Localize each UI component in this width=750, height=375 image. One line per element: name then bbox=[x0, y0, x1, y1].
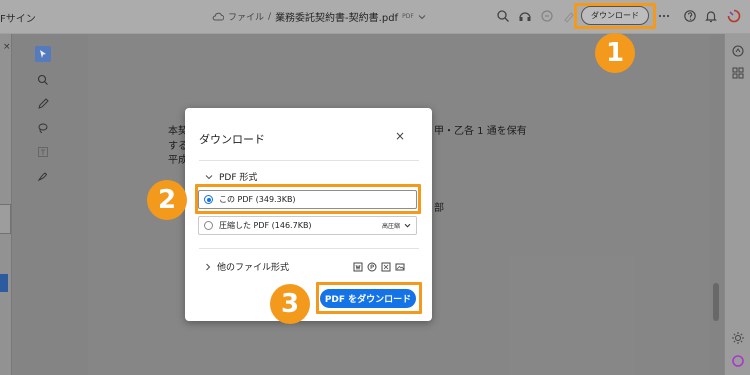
select-tool[interactable] bbox=[35, 46, 51, 62]
excel-file-icon bbox=[381, 262, 391, 272]
tool-rail bbox=[31, 40, 55, 190]
chevron-down-icon bbox=[404, 223, 411, 228]
option-compressed-pdf[interactable]: 圧縮した PDF (146.7KB) 高圧縮 bbox=[198, 216, 417, 235]
brightness-icon[interactable] bbox=[731, 331, 745, 345]
callout-highlight-this-pdf bbox=[195, 184, 421, 214]
callout-badge-2: 2 bbox=[147, 180, 187, 220]
chevron-right-icon bbox=[206, 263, 211, 270]
cloud-icon bbox=[212, 12, 224, 21]
zoom-icon bbox=[37, 74, 48, 85]
adobe-app-icon[interactable] bbox=[727, 9, 741, 23]
image-file-icon bbox=[395, 263, 405, 271]
zoom-tool[interactable] bbox=[35, 72, 51, 88]
powerpoint-file-icon bbox=[367, 262, 377, 272]
panel-field[interactable] bbox=[0, 204, 11, 234]
doc-text-line: 部 bbox=[434, 203, 444, 214]
document-type-tag: PDF bbox=[402, 13, 414, 20]
file-type-icons bbox=[353, 262, 405, 272]
dialog-title: ダウンロード bbox=[199, 133, 265, 146]
other-formats-section[interactable]: 他のファイル形式 bbox=[205, 260, 289, 273]
left-panel: × bbox=[0, 34, 12, 375]
cursor-icon bbox=[40, 50, 46, 58]
ai-assistant-icon[interactable] bbox=[731, 44, 745, 58]
lasso-tool[interactable] bbox=[35, 120, 51, 136]
text-tool[interactable] bbox=[35, 144, 51, 160]
divider bbox=[199, 248, 419, 249]
doc-text-line: 甲・乙各 1 通を保有 bbox=[434, 126, 527, 137]
panel-primary-button[interactable] bbox=[0, 274, 8, 292]
thumbnails-icon[interactable] bbox=[731, 66, 745, 80]
pdf-format-label: PDF 形式 bbox=[219, 173, 258, 183]
pdf-format-section[interactable]: PDF 形式 bbox=[205, 170, 257, 183]
color-swatch-icon[interactable] bbox=[731, 354, 745, 368]
callout-highlight-download bbox=[574, 3, 656, 29]
close-panel-icon[interactable]: × bbox=[3, 42, 11, 52]
document-scrollbar[interactable] bbox=[713, 283, 719, 321]
word-file-icon bbox=[353, 262, 363, 272]
lasso-icon bbox=[38, 123, 48, 133]
document-name[interactable]: 業務委託契約書-契約書.pdf bbox=[275, 9, 398, 24]
breadcrumb-files[interactable]: ファイル bbox=[228, 10, 264, 23]
protect-icon[interactable] bbox=[540, 9, 554, 23]
bell-icon[interactable] bbox=[704, 9, 718, 23]
chevron-down-icon bbox=[205, 174, 213, 179]
chevron-down-icon[interactable] bbox=[418, 14, 426, 20]
draw-tool[interactable] bbox=[35, 96, 51, 112]
read-aloud-icon[interactable] bbox=[518, 9, 532, 23]
callout-badge-1: 1 bbox=[595, 33, 635, 73]
stamp-tool[interactable] bbox=[35, 168, 51, 184]
callout-highlight-download-pdf bbox=[316, 282, 422, 314]
app-title-fragment: Fサイン bbox=[0, 14, 36, 25]
search-icon[interactable] bbox=[496, 9, 510, 23]
radio-unselected[interactable] bbox=[204, 221, 213, 230]
compression-level-value: 高圧縮 bbox=[381, 223, 400, 230]
option-compressed-label: 圧縮した PDF (146.7KB) bbox=[219, 221, 312, 230]
callout-badge-3: 3 bbox=[270, 284, 310, 324]
breadcrumb: ファイル / 業務委託契約書-契約書.pdf PDF bbox=[212, 9, 426, 24]
compression-level-select[interactable]: 高圧縮 bbox=[382, 221, 411, 230]
sign-pen-icon bbox=[37, 172, 48, 182]
pen-icon bbox=[38, 98, 49, 109]
breadcrumb-separator: / bbox=[268, 11, 272, 22]
other-formats-label: 他のファイル形式 bbox=[217, 263, 290, 273]
right-rail bbox=[724, 34, 750, 375]
divider bbox=[199, 160, 419, 161]
more-options-icon[interactable] bbox=[657, 9, 671, 23]
text-box-icon bbox=[38, 147, 48, 157]
close-icon[interactable]: × bbox=[395, 129, 405, 143]
help-icon[interactable] bbox=[683, 9, 697, 23]
